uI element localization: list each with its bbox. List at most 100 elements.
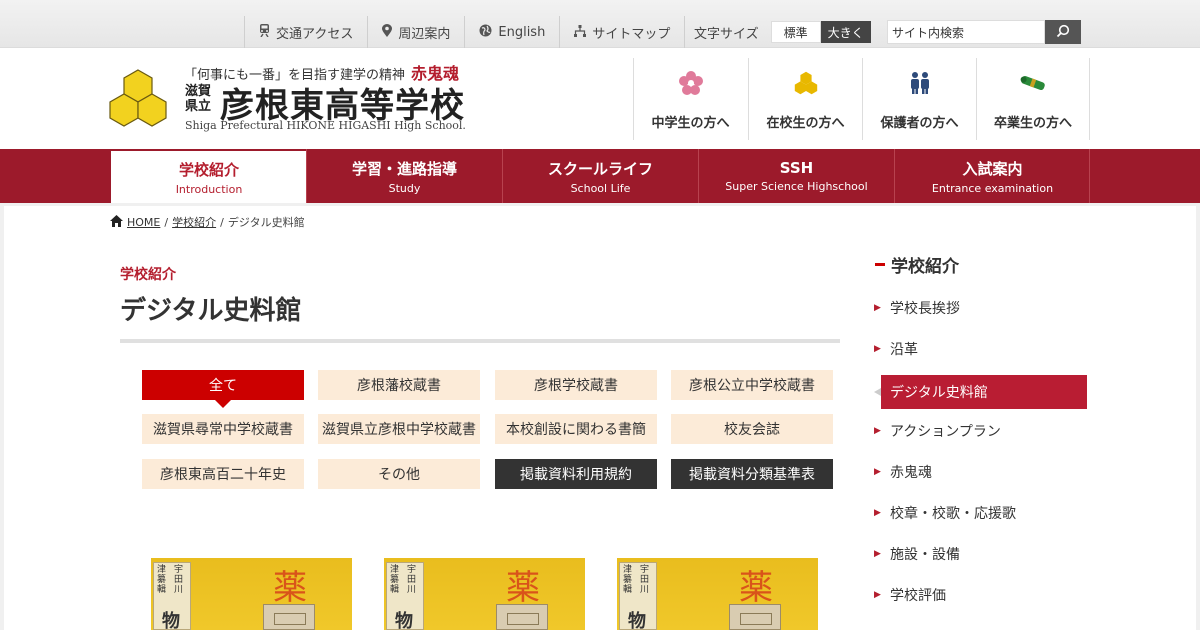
cherry-blossom-icon: [678, 70, 703, 96]
sitemap-link[interactable]: サイトマップ: [559, 16, 686, 48]
search-button[interactable]: [1045, 20, 1081, 44]
surroundings-link[interactable]: 周辺案内: [367, 16, 464, 48]
school-logo[interactable]: [108, 68, 168, 128]
side-nav-label: 沿革: [890, 342, 918, 358]
nav-introduction[interactable]: 学校紹介 Introduction: [111, 151, 307, 203]
utility-bar: 交通アクセス 周辺案内 English サイトマップ 文字サイズ 標準 大きく: [0, 0, 1200, 48]
breadcrumb-home[interactable]: HOME: [127, 216, 160, 229]
font-size-control: 文字サイズ 標準 大きく: [694, 21, 871, 43]
filter-button[interactable]: 彦根学校蔵書: [495, 370, 657, 400]
side-nav-label: デジタル史料館: [890, 385, 988, 401]
chevron-right-icon: ▶: [874, 467, 881, 477]
book-title-label: 津纂輯 宇田川 物: [386, 562, 424, 630]
side-nav-item[interactable]: ▶ 校章・校歌・応援歌: [874, 496, 1088, 530]
search-icon: [1056, 23, 1070, 42]
filter-button[interactable]: 彦根東高百二十年史: [142, 459, 304, 489]
label-text: 物: [628, 611, 646, 630]
filter-button[interactable]: 校友会誌: [671, 414, 833, 444]
nav-sublabel: Super Science Highschool: [725, 180, 868, 193]
side-nav-item-active[interactable]: デジタル史料館: [874, 375, 1087, 409]
breadcrumb-separator: /: [220, 215, 224, 229]
side-nav-item[interactable]: ▶ 学校長挨拶: [874, 291, 1088, 325]
book-title-label: 津纂輯 宇田川 物: [619, 562, 657, 630]
breadcrumb-section[interactable]: 学校紹介: [172, 214, 216, 230]
side-nav-label: 学校評価: [890, 588, 946, 604]
globe-icon: [479, 24, 492, 40]
school-crest-icon: [794, 70, 818, 96]
diploma-icon: [1019, 70, 1047, 96]
chevron-right-icon: ▶: [874, 344, 881, 354]
side-nav-label: 赤鬼魂: [890, 465, 932, 481]
title-divider: [120, 339, 840, 343]
filter-label: 全て: [209, 378, 237, 394]
surroundings-link-label: 周辺案内: [398, 26, 451, 42]
font-size-standard-button[interactable]: 標準: [770, 21, 821, 43]
access-link-label: 交通アクセス: [276, 26, 354, 42]
english-link-label: English: [498, 24, 546, 40]
filter-button[interactable]: 彦根藩校蔵書: [318, 370, 480, 400]
terms-of-use-button[interactable]: 掲載資料利用規約: [495, 459, 657, 489]
chevron-right-icon: ▶: [874, 508, 881, 518]
section-label: 学校紹介: [120, 267, 176, 283]
filter-button[interactable]: 滋賀県尋常中学校蔵書: [142, 414, 304, 444]
nav-divider: [1089, 149, 1090, 203]
home-icon[interactable]: [110, 214, 123, 230]
map-pin-icon: [382, 24, 393, 40]
audience-link-junior-high[interactable]: 中学生の方へ: [633, 58, 747, 140]
chevron-right-icon: ▶: [874, 549, 881, 559]
page-title: デジタル史料館: [120, 296, 302, 326]
side-nav-item[interactable]: ▶ 学校評価: [874, 578, 1088, 612]
filter-all[interactable]: 全て: [142, 370, 304, 408]
font-size-large-button[interactable]: 大きく: [820, 21, 871, 43]
audience-link-parents[interactable]: 保護者の方へ: [862, 58, 976, 140]
nav-study[interactable]: 学習・進路指導 Study: [306, 149, 502, 203]
nav-ssh[interactable]: SSH Super Science Highschool: [698, 149, 894, 203]
nav-label: SSH: [779, 159, 814, 177]
audience-label: 在校生の方へ: [766, 116, 845, 131]
paper-slip: [496, 604, 548, 630]
audience-link-students[interactable]: 在校生の方へ: [748, 58, 862, 140]
side-nav-label: 学校長挨拶: [890, 301, 960, 317]
document-thumbnail[interactable]: 津纂輯 宇田川 物 薬: [617, 558, 818, 630]
nav-label: 入試案内: [962, 159, 1023, 178]
breadcrumb: HOME / 学校紹介 / デジタル史料館: [110, 214, 305, 230]
document-thumbnail[interactable]: 津纂輯 宇田川 物 薬: [151, 558, 352, 630]
stamp-text: 薬: [739, 568, 773, 608]
chevron-right-icon: ▶: [874, 426, 881, 436]
chevron-right-icon: ▶: [874, 303, 881, 313]
filter-button[interactable]: その他: [318, 459, 480, 489]
stamp-text: 薬: [506, 568, 540, 608]
nav-sublabel: School Life: [570, 181, 631, 195]
side-nav-item[interactable]: ▶ アクションプラン: [874, 414, 1088, 448]
side-nav-item[interactable]: ▶ 赤鬼魂: [874, 455, 1088, 489]
document-thumbnail[interactable]: 津纂輯 宇田川 物 薬: [384, 558, 585, 630]
font-size-label: 文字サイズ: [694, 26, 759, 42]
search-input[interactable]: [887, 20, 1045, 44]
nav-label: 学習・進路指導: [351, 159, 457, 178]
paper-slip: [263, 604, 315, 630]
train-icon: [259, 24, 270, 40]
site-search: [887, 20, 1081, 44]
sitemap-link-label: サイトマップ: [592, 26, 671, 42]
side-nav-item[interactable]: ▶ 施設・設備: [874, 537, 1088, 571]
filter-button[interactable]: 滋賀県立彦根中学校蔵書: [318, 414, 480, 444]
filter-button[interactable]: 本校創設に関わる書簡: [495, 414, 657, 444]
classification-criteria-button[interactable]: 掲載資料分類基準表: [671, 459, 833, 489]
nav-sublabel: Entrance examination: [931, 181, 1054, 195]
filter-button[interactable]: 彦根公立中学校蔵書: [671, 370, 833, 400]
label-text: 物: [162, 611, 180, 630]
side-nav-title: 学校紹介: [875, 252, 959, 277]
access-link[interactable]: 交通アクセス: [244, 16, 367, 48]
audience-label: 保護者の方へ: [880, 116, 959, 131]
label-text: 津纂輯: [623, 565, 633, 595]
nav-entrance[interactable]: 入試案内 Entrance examination: [894, 149, 1090, 203]
english-link[interactable]: English: [464, 16, 559, 48]
label-text: 宇田川: [407, 565, 417, 595]
audience-link-alumni[interactable]: 卒業生の方へ: [976, 58, 1090, 140]
nav-school-life[interactable]: スクールライフ School Life: [502, 149, 698, 203]
side-nav-label: アクションプラン: [890, 424, 1001, 440]
prefecture-label: 滋賀県立: [185, 84, 212, 114]
side-nav-item[interactable]: ▶ 沿革: [874, 332, 1088, 366]
label-text: 宇田川: [640, 565, 650, 595]
nav-label: スクールライフ: [547, 159, 653, 178]
